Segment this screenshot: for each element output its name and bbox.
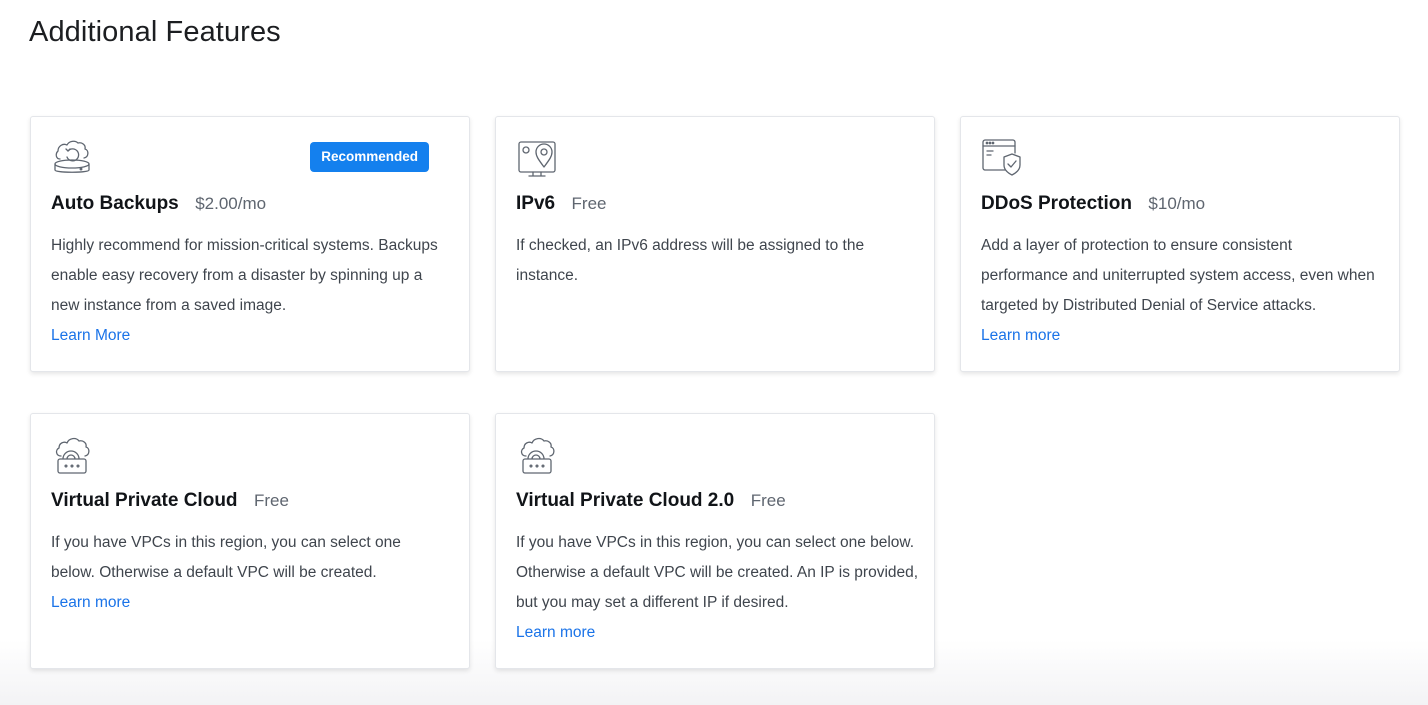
shield-window-icon [981,137,1023,179]
feature-description: If checked, an IPv6 address will be assi… [516,237,865,284]
feature-card-vpc[interactable]: Virtual Private Cloud Free If you have V… [30,413,470,669]
learn-more-link[interactable]: Learn more [516,618,595,648]
learn-more-link[interactable]: Learn More [51,321,130,351]
feature-description: If you have VPCs in this region, you can… [51,534,401,581]
feature-description-block: Add a layer of protection to ensure cons… [981,231,1381,351]
cloud-lock-icon [51,434,93,476]
recommended-badge: Recommended [310,142,429,172]
feature-name: Virtual Private Cloud [51,490,238,511]
feature-card-ipv6[interactable]: IPv6 Free If checked, an IPv6 address wi… [495,116,935,372]
feature-description: If you have VPCs in this region, you can… [516,534,919,611]
feature-name: DDoS Protection [981,193,1132,214]
feature-price: $10/mo [1148,194,1206,213]
feature-description: Highly recommend for mission-critical sy… [51,237,438,314]
feature-card-ddos-protection[interactable]: DDoS Protection $10/mo Add a layer of pr… [960,116,1400,372]
feature-price: $2.00/mo [195,194,267,213]
feature-name: Virtual Private Cloud 2.0 [516,490,735,511]
feature-description-block: If you have VPCs in this region, you can… [516,528,921,648]
feature-name: IPv6 [516,193,556,214]
learn-more-link[interactable]: Learn more [51,588,130,618]
feature-name: Auto Backups [51,193,179,214]
feature-price: Free [750,491,786,510]
ipv6-location-icon [516,137,558,179]
feature-price: Free [253,491,289,510]
page-title: Additional Features [29,16,281,48]
feature-description-block: If you have VPCs in this region, you can… [51,528,431,618]
feature-header: Virtual Private Cloud 2.0 Free [516,490,786,512]
feature-description-block: Highly recommend for mission-critical sy… [51,231,451,351]
additional-features-section: Additional Features Recommended Auto Bac… [0,0,1428,705]
feature-card-auto-backups[interactable]: Recommended Auto Backups $2.00/mo Highly… [30,116,470,372]
cloud-lock-icon [516,434,558,476]
feature-card-vpc-2[interactable]: Virtual Private Cloud 2.0 Free If you ha… [495,413,935,669]
feature-description: Add a layer of protection to ensure cons… [981,237,1375,314]
feature-header: Auto Backups $2.00/mo [51,193,266,215]
feature-header: IPv6 Free [516,193,607,215]
feature-header: Virtual Private Cloud Free [51,490,289,512]
feature-price: Free [571,194,607,213]
feature-description-block: If checked, an IPv6 address will be assi… [516,231,896,291]
feature-header: DDoS Protection $10/mo [981,193,1205,215]
learn-more-link[interactable]: Learn more [981,321,1060,351]
cloud-backup-icon [51,137,93,179]
